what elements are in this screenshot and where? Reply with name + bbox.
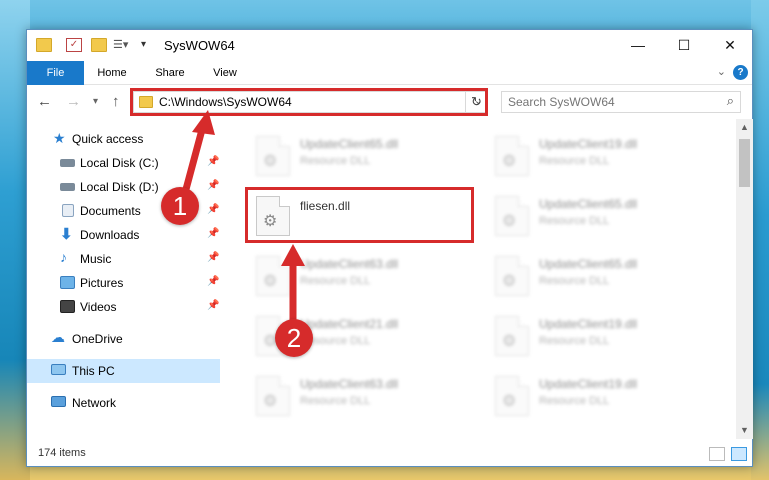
step-2-badge: 2 bbox=[275, 319, 313, 357]
annotation-arrows bbox=[181, 110, 305, 324]
step-1-badge: 1 bbox=[161, 187, 199, 225]
